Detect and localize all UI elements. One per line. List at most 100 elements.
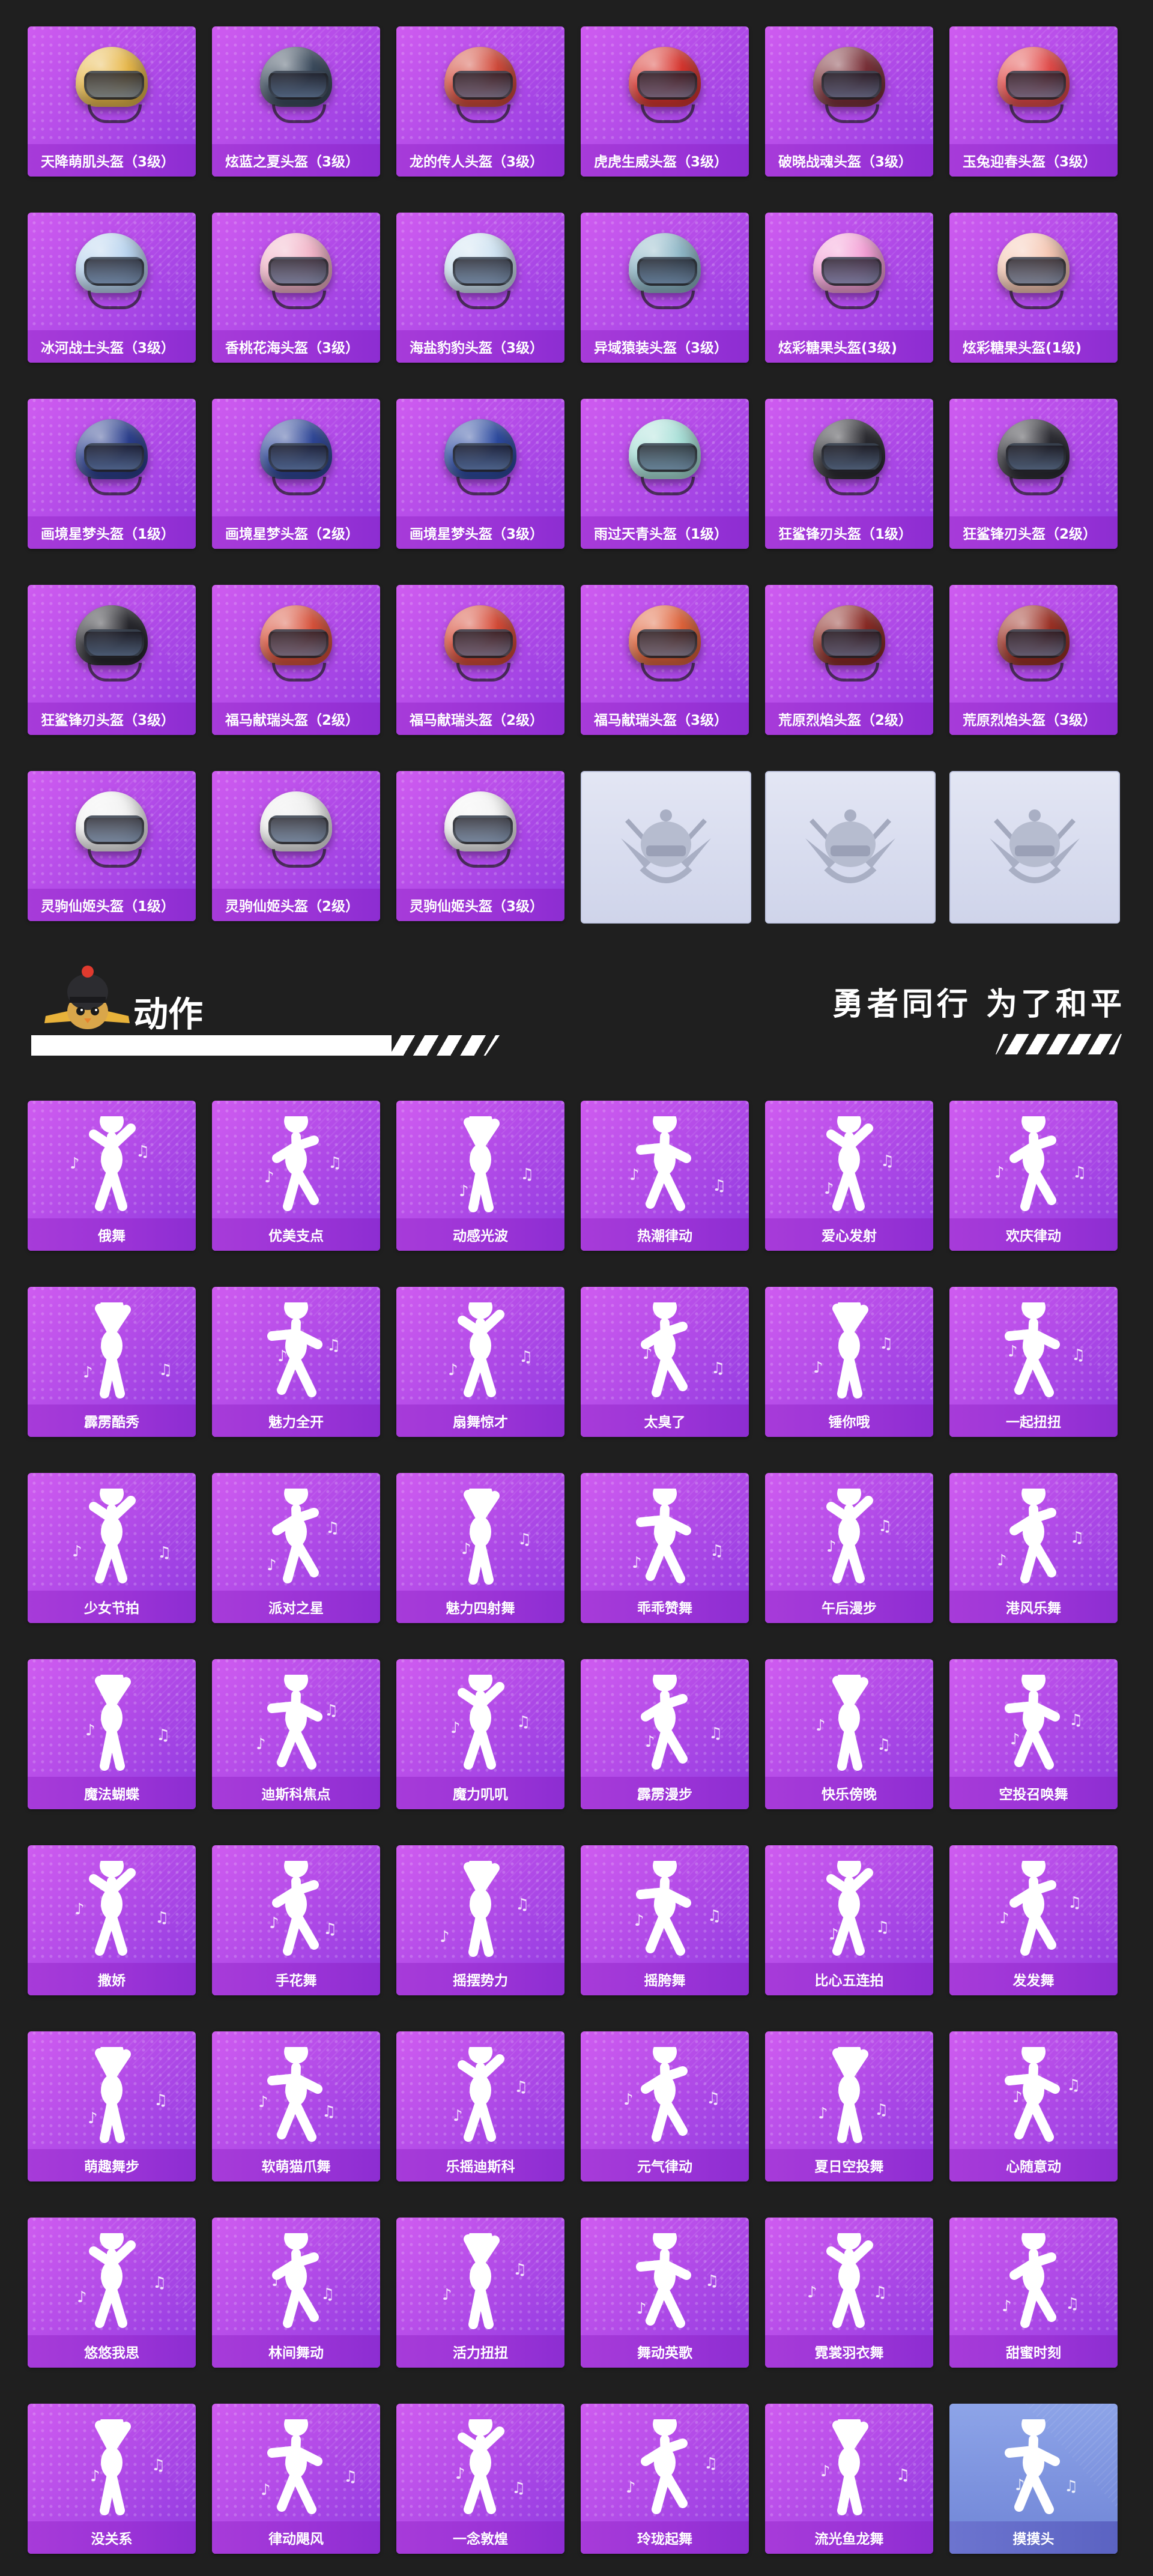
emote-card[interactable]: ♪ ♫ 林间舞动	[212, 2218, 380, 2368]
emote-card[interactable]: ♪ ♫ 一起扭扭	[949, 1287, 1118, 1437]
helmet-card[interactable]: 异域猿装头盔（3级）	[581, 213, 749, 363]
emote-card[interactable]: ♪ ♫ 玲珑起舞	[581, 2404, 749, 2554]
emote-card[interactable]: ♪ ♫ 魔法蝴蝶	[28, 1659, 196, 1809]
helmet-card[interactable]: 福马献瑞头盔（2级）	[212, 585, 380, 735]
emote-card[interactable]: ♪ ♫ 锤你哦	[765, 1287, 933, 1437]
emote-label: 摇摆势力	[396, 1963, 564, 1995]
emote-card[interactable]: ♪ ♫ 撒娇	[28, 1845, 196, 1995]
helmet-card[interactable]: 荒原烈焰头盔（3级）	[949, 585, 1118, 735]
emote-card[interactable]: ♪ ♫ 扇舞惊才	[396, 1287, 564, 1437]
emote-card[interactable]: ♪ ♫ 午后漫步	[765, 1473, 933, 1623]
emote-card[interactable]: ♪ ♫ 心随意动	[949, 2031, 1118, 2181]
helmet-label: 炫彩糖果头盔(1级)	[949, 330, 1118, 363]
emote-card[interactable]: ♪ ♫ 霹雳漫步	[581, 1659, 749, 1809]
emote-card[interactable]: ♪ ♫ 摸摸头	[949, 2404, 1118, 2554]
emote-card[interactable]: ♪ ♫ 悠悠我思	[28, 2218, 196, 2368]
locked-helmet-card[interactable]	[581, 771, 751, 924]
helmet-card[interactable]: 狂鲨锋刃头盔（2级）	[949, 399, 1118, 549]
slogan-underline-stripe	[996, 1034, 1122, 1054]
helmet-card[interactable]: 灵驹仙姬头盔（1级）	[28, 771, 196, 921]
helmet-card[interactable]: 炫蓝之夏头盔（3级）	[212, 26, 380, 177]
emote-card[interactable]: ♪ ♫ 流光鱼龙舞	[765, 2404, 933, 2554]
emote-card[interactable]: ♪ ♫ 一念敦煌	[396, 2404, 564, 2554]
emote-card[interactable]: ♪ ♫ 发发舞	[949, 1845, 1118, 1995]
emote-card[interactable]: ♪ ♫ 甜蜜时刻	[949, 2218, 1118, 2368]
emote-card[interactable]: ♪ ♫ 派对之星	[212, 1473, 380, 1623]
locked-helmet-card[interactable]	[949, 771, 1120, 924]
helmet-card[interactable]: 冰河战士头盔（3级）	[28, 213, 196, 363]
helmet-card[interactable]: 炫彩糖果头盔(3级)	[765, 213, 933, 363]
helmet-card[interactable]: 画境星梦头盔（3级）	[396, 399, 564, 549]
emote-card[interactable]: ♪ ♫ 空投召唤舞	[949, 1659, 1118, 1809]
helmet-card[interactable]: 狂鲨锋刃头盔（1级）	[765, 399, 933, 549]
helmet-card[interactable]: 玉兔迎春头盔（3级）	[949, 26, 1118, 177]
helmet-card[interactable]: 香桃花海头盔（3级）	[212, 213, 380, 363]
emote-card[interactable]: ♪ ♫ 霹雳酷秀	[28, 1287, 196, 1437]
helmet-card[interactable]: 福马献瑞头盔（2级）	[396, 585, 564, 735]
emote-card[interactable]: ♪ ♫ 比心五连拍	[765, 1845, 933, 1995]
music-note-icon: ♪	[271, 2272, 282, 2290]
helmet-card[interactable]: 画境星梦头盔（1级）	[28, 399, 196, 549]
emote-card[interactable]: ♪ ♫ 动感光波	[396, 1101, 564, 1251]
emote-card[interactable]: ♪ ♫ 舞动英歌	[581, 2218, 749, 2368]
emote-card[interactable]: ♪ ♫ 爱心发射	[765, 1101, 933, 1251]
emote-card[interactable]: ♪ ♫ 手花舞	[212, 1845, 380, 1995]
emote-label: 软萌猫爪舞	[212, 2149, 380, 2181]
emote-card[interactable]: ♪ ♫ 乐摇迪斯科	[396, 2031, 564, 2181]
music-note-icon: ♫	[155, 1909, 169, 1927]
emote-card[interactable]: ♪ ♫ 快乐傍晚	[765, 1659, 933, 1809]
helmet-card[interactable]: 天降萌肌头盔（3级）	[28, 26, 196, 177]
emote-card[interactable]: ♪ ♫ 夏日空投舞	[765, 2031, 933, 2181]
emote-label: 魅力全开	[212, 1404, 380, 1437]
helmet-card[interactable]: 破晓战魂头盔（3级）	[765, 26, 933, 177]
helmet-card[interactable]: 炫彩糖果头盔(1级)	[949, 213, 1118, 363]
emote-card[interactable]: ♪ ♫ 欢庆律动	[949, 1101, 1118, 1251]
helmet-icon	[623, 419, 707, 497]
helmet-card[interactable]: 灵驹仙姬头盔（3级）	[396, 771, 564, 921]
helmet-label: 福马献瑞头盔（3级）	[581, 703, 749, 735]
helmet-label: 狂鲨锋刃头盔（3级）	[28, 703, 196, 735]
emote-card[interactable]: ♪ ♫ 魅力全开	[212, 1287, 380, 1437]
emote-card[interactable]: ♪ ♫ 元气律动	[581, 2031, 749, 2181]
emote-card[interactable]: ♪ ♫ 霓裳羽衣舞	[765, 2218, 933, 2368]
emote-card[interactable]: ♪ ♫ 少女节拍	[28, 1473, 196, 1623]
helmet-card[interactable]: 画境星梦头盔（2级）	[212, 399, 380, 549]
dancer-figure-icon	[464, 2233, 500, 2329]
helmet-card[interactable]: 荒原烈焰头盔（2级）	[765, 585, 933, 735]
helmet-card[interactable]: 虎虎生威头盔（3级）	[581, 26, 749, 177]
music-note-icon: ♪	[88, 2109, 98, 2127]
emote-card[interactable]: ♪ ♫ 摇胯舞	[581, 1845, 749, 1995]
emote-card[interactable]: ♪ ♫ 萌趣舞步	[28, 2031, 196, 2181]
helmet-card[interactable]: 海盐豹豹头盔（3级）	[396, 213, 564, 363]
music-note-icon: ♪	[820, 2463, 831, 2481]
emote-card[interactable]: ♪ ♫ 魅力四射舞	[396, 1473, 564, 1623]
music-note-icon: ♪	[90, 2467, 100, 2485]
music-note-icon: ♪	[629, 1166, 640, 1184]
emote-card[interactable]: ♪ ♫ 港风乐舞	[949, 1473, 1118, 1623]
helmet-label: 破晓战魂头盔（3级）	[765, 144, 933, 177]
emote-label: 热潮律动	[581, 1218, 749, 1251]
emote-card[interactable]: ♪ ♫ 摇摆势力	[396, 1845, 564, 1995]
music-note-icon: ♪	[807, 2284, 817, 2302]
emote-card[interactable]: ♪ ♫ 乖乖赞舞	[581, 1473, 749, 1623]
emote-card[interactable]: ♪ ♫ 优美支点	[212, 1101, 380, 1251]
helmet-icon	[991, 605, 1076, 683]
locked-helmet-card[interactable]	[765, 771, 936, 924]
emote-card[interactable]: ♪ ♫ 没关系	[28, 2404, 196, 2554]
helmet-card[interactable]: 雨过天青头盔（1级）	[581, 399, 749, 549]
emote-card[interactable]: ♪ ♫ 太臭了	[581, 1287, 749, 1437]
emote-card[interactable]: ♪ ♫ 软萌猫爪舞	[212, 2031, 380, 2181]
emote-label: 撒娇	[28, 1963, 196, 1995]
music-note-icon: ♪	[1002, 2297, 1012, 2315]
helmet-card[interactable]: 狂鲨锋刃头盔（3级）	[28, 585, 196, 735]
helmet-label: 灵驹仙姬头盔（2级）	[212, 889, 380, 921]
emote-card[interactable]: ♪ ♫ 热潮律动	[581, 1101, 749, 1251]
emote-card[interactable]: ♪ ♫ 魔力叽叽	[396, 1659, 564, 1809]
helmet-card[interactable]: 福马献瑞头盔（3级）	[581, 585, 749, 735]
emote-card[interactable]: ♪ ♫ 俄舞	[28, 1101, 196, 1251]
emote-card[interactable]: ♪ ♫ 迪斯科焦点	[212, 1659, 380, 1809]
helmet-card[interactable]: 灵驹仙姬头盔（2级）	[212, 771, 380, 921]
helmet-card[interactable]: 龙的传人头盔（3级）	[396, 26, 564, 177]
emote-card[interactable]: ♪ ♫ 活力扭扭	[396, 2218, 564, 2368]
emote-card[interactable]: ♪ ♫ 律动飓风	[212, 2404, 380, 2554]
